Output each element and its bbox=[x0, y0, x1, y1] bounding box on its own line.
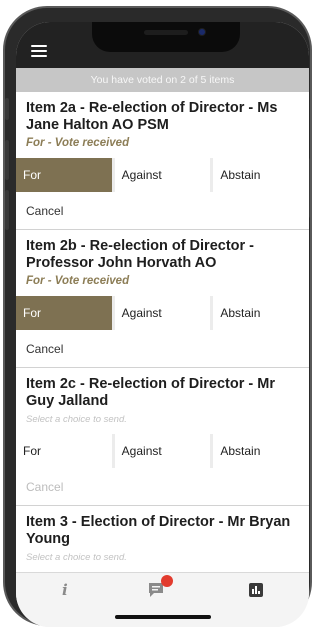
cancel-vote-button[interactable]: Cancel bbox=[16, 330, 309, 356]
tab-info[interactable]: i bbox=[16, 573, 114, 606]
tab-messages[interactable] bbox=[114, 573, 212, 606]
vote-against-button[interactable]: Against bbox=[114, 158, 211, 192]
volume-down-button bbox=[5, 190, 9, 230]
chart-icon bbox=[249, 583, 264, 597]
vote-progress-banner: You have voted on 2 of 5 items bbox=[16, 68, 309, 92]
vote-for-button[interactable]: For bbox=[16, 296, 112, 330]
notch bbox=[92, 22, 240, 52]
resolution-title: Item 2a - Re-election of Director - Ms J… bbox=[26, 100, 278, 133]
resolution-title: Item 2b - Re-election of Director - Prof… bbox=[26, 238, 255, 271]
front-camera bbox=[198, 28, 206, 36]
resolution-list[interactable]: Item 2a - Re-election of Director - Ms J… bbox=[16, 92, 309, 572]
vote-for-button[interactable]: For bbox=[16, 158, 112, 192]
resolution-card: Item 2b - Re-election of Director - Prof… bbox=[16, 230, 309, 368]
resolution-card: Item 2a - Re-election of Director - Ms J… bbox=[16, 92, 309, 230]
vote-abstain-button[interactable]: Abstain bbox=[213, 158, 309, 192]
vote-abstain-button[interactable]: Abstain bbox=[213, 296, 309, 330]
vote-status: For - Vote received bbox=[26, 137, 130, 149]
volume-up-button bbox=[5, 140, 9, 180]
resolution-title: Item 2c - Re-election of Director - Mr G… bbox=[26, 376, 275, 409]
vote-against-button[interactable]: Against bbox=[114, 434, 211, 468]
cancel-vote-button[interactable]: Cancel bbox=[16, 192, 309, 218]
cancel-vote-button[interactable]: Cancel bbox=[16, 468, 309, 494]
notification-badge bbox=[160, 575, 173, 587]
resolution-card: Item 3 - Election of Director - Mr Bryan… bbox=[16, 506, 309, 572]
bottom-tab-bar: i bbox=[16, 572, 309, 606]
vote-status-hint: Select a choice to send. bbox=[26, 552, 127, 563]
mute-switch bbox=[5, 98, 9, 120]
vote-choices: For Against Abstain bbox=[16, 158, 309, 192]
vote-against-button[interactable]: Against bbox=[114, 296, 211, 330]
resolution-card: Item 2c - Re-election of Director - Mr G… bbox=[16, 368, 309, 506]
vote-choices: For Against Abstain bbox=[16, 434, 309, 468]
phone-screen: You have voted on 2 of 5 items Item 2a -… bbox=[16, 22, 309, 627]
home-indicator-area bbox=[16, 606, 309, 627]
resolution-title: Item 3 - Election of Director - Mr Bryan… bbox=[26, 514, 291, 547]
vote-choices: For Against Abstain bbox=[16, 296, 309, 330]
phone-frame: You have voted on 2 of 5 items Item 2a -… bbox=[3, 6, 312, 627]
tab-results[interactable] bbox=[211, 573, 309, 606]
vote-for-button[interactable]: For bbox=[16, 434, 112, 468]
vote-abstain-button[interactable]: Abstain bbox=[213, 434, 309, 468]
hamburger-menu-icon[interactable] bbox=[31, 45, 47, 57]
vote-status-hint: Select a choice to send. bbox=[26, 414, 127, 425]
info-icon: i bbox=[62, 581, 68, 599]
speaker-grille bbox=[144, 30, 188, 35]
vote-status: For - Vote received bbox=[26, 275, 130, 287]
home-indicator[interactable] bbox=[115, 615, 211, 619]
